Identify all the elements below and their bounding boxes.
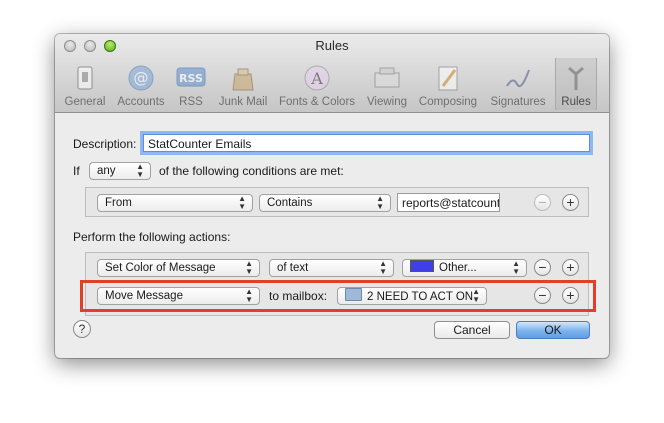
remove-action1-button[interactable]: −	[534, 259, 551, 276]
svg-text:@: @	[134, 69, 149, 87]
popup-arrows-icon: ▲ ▼	[238, 194, 246, 211]
match-any-all-popup[interactable]: any ▲ ▼	[89, 162, 151, 180]
viewing-icon	[374, 67, 400, 88]
toolbar-item-rules[interactable]: Rules	[555, 58, 597, 110]
title-bar: Rules General @ Accounts RSS RSS Junk Ma…	[55, 34, 609, 113]
rule-editor-sheet: Description: StatCounter Emails If any ▲…	[55, 113, 609, 358]
at-sign-icon: @	[128, 65, 154, 91]
condition-field-popup[interactable]: From ▲ ▼	[97, 194, 253, 212]
rules-dialog-window: Rules General @ Accounts RSS RSS Junk Ma…	[55, 34, 609, 358]
add-condition-button[interactable]: +	[562, 194, 579, 211]
color-swatch	[410, 260, 434, 272]
description-field[interactable]: StatCounter Emails	[143, 134, 590, 152]
condition-operator-popup[interactable]: Contains ▲ ▼	[259, 194, 391, 212]
popup-arrows-icon: ▲ ▼	[245, 259, 253, 276]
cancel-button[interactable]: Cancel	[434, 321, 510, 339]
popup-arrows-icon: ▲ ▼	[512, 259, 520, 276]
remove-condition-button[interactable]: −	[534, 194, 551, 211]
popup-arrows-icon: ▲ ▼	[136, 162, 144, 179]
conditions-group: From ▲ ▼ Contains ▲ ▼ reports@statcount − …	[85, 187, 589, 217]
toolbar-item-composing[interactable]: Composing	[415, 58, 481, 110]
move-message-highlight-box	[80, 280, 596, 312]
toolbar-item-signatures[interactable]: Signatures	[485, 58, 551, 110]
toolbar-item-rss[interactable]: RSS RSS	[171, 58, 211, 110]
general-switch-icon	[77, 66, 93, 90]
window-title: Rules	[315, 38, 349, 53]
description-label: Description:	[73, 137, 137, 151]
action1-target-popup[interactable]: of text ▲ ▼	[269, 259, 394, 277]
rss-icon: RSS	[176, 67, 206, 87]
composing-pencil-icon	[438, 66, 458, 91]
actions-label: Perform the following actions:	[73, 230, 231, 244]
rules-arrows-icon	[568, 66, 584, 90]
if-label: If	[73, 164, 80, 178]
toolbar-item-general[interactable]: General	[61, 58, 109, 110]
popup-arrows-icon: ▲ ▼	[379, 259, 387, 276]
svg-text:A: A	[310, 69, 323, 88]
toolbar-item-viewing[interactable]: Viewing	[363, 58, 411, 110]
toolbar-item-fonts-colors[interactable]: A Fonts & Colors	[275, 58, 359, 110]
help-button[interactable]: ?	[73, 320, 91, 338]
action1-color-popup[interactable]: Other... ▲ ▼	[402, 259, 527, 277]
ok-button[interactable]: OK	[516, 321, 590, 339]
fonts-colors-icon: A	[304, 65, 330, 91]
action1-type-popup[interactable]: Set Color of Message ▲ ▼	[97, 259, 260, 277]
toolbar-item-accounts[interactable]: @ Accounts	[113, 58, 169, 110]
conditions-text: of the following conditions are met:	[159, 164, 344, 178]
signature-pen-icon	[506, 69, 530, 88]
popup-arrows-icon: ▲ ▼	[376, 194, 384, 211]
svg-text:RSS: RSS	[179, 72, 203, 85]
add-action1-button[interactable]: +	[562, 259, 579, 276]
toolbar-item-junk-mail[interactable]: Junk Mail	[215, 58, 271, 110]
condition-value-field[interactable]: reports@statcount	[397, 193, 500, 212]
junk-bag-icon	[232, 68, 254, 91]
